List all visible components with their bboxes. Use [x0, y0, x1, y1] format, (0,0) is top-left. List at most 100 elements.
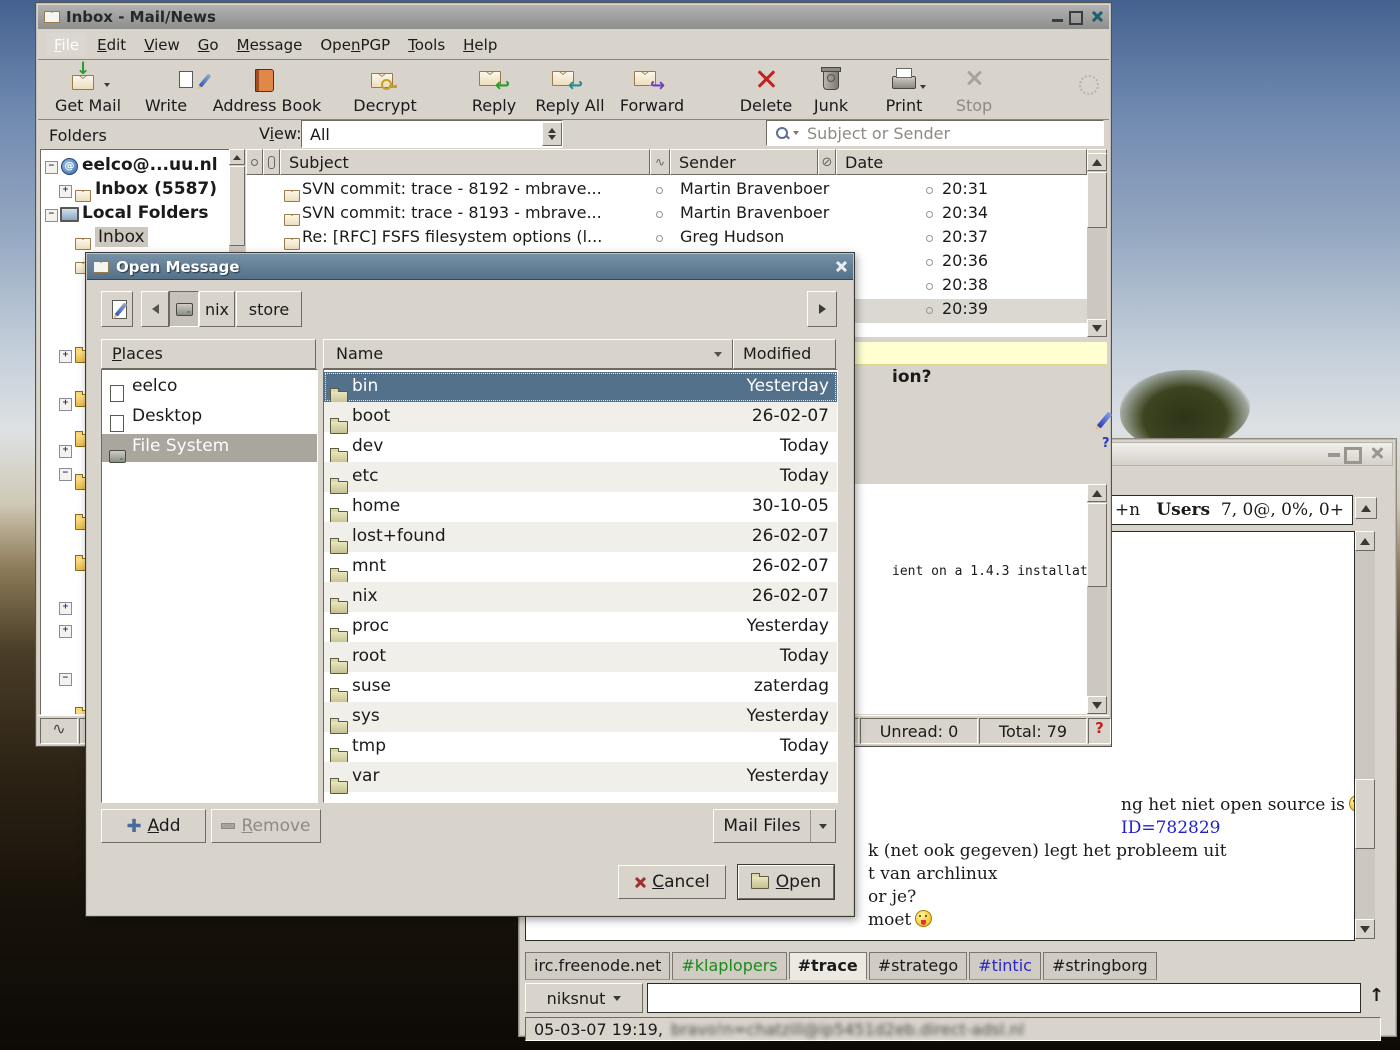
mail-titlebar[interactable]: Inbox - Mail/News: [38, 5, 1109, 29]
sender-column-header[interactable]: Sender: [670, 149, 818, 175]
thread-column-header[interactable]: ∿: [650, 149, 670, 175]
collapse-icon[interactable]: −: [45, 161, 58, 174]
junk-button[interactable]: Junk: [803, 63, 859, 115]
address-book-button[interactable]: Address Book: [203, 63, 331, 115]
file-row[interactable]: devToday: [324, 432, 837, 462]
menu-help[interactable]: Help: [455, 33, 505, 57]
scrollbar-thumb[interactable]: [1087, 172, 1107, 228]
folder-row-local-folders[interactable]: − Local Folders: [41, 202, 230, 226]
path-back-button[interactable]: [141, 291, 169, 327]
print-button[interactable]: Print: [876, 63, 932, 115]
file-list[interactable]: binYesterday boot26-02-07 devToday etcTo…: [323, 369, 838, 803]
menu-edit[interactable]: Edit: [89, 33, 134, 57]
path-nix-button[interactable]: nix: [199, 291, 235, 327]
folder-row-inbox-account[interactable]: + Inbox (5587): [41, 178, 230, 202]
menu-openpgp[interactable]: OpenPGP: [312, 33, 398, 57]
scrollbar-thumb[interactable]: [1355, 779, 1375, 849]
places-list[interactable]: eelco Desktop File System: [101, 369, 318, 803]
mail-close-button[interactable]: [1090, 10, 1103, 23]
file-row[interactable]: nix26-02-07: [324, 582, 837, 612]
file-row[interactable]: home30-10-05: [324, 492, 837, 522]
decrypt-button[interactable]: Decrypt: [343, 63, 427, 115]
folder-row-inbox-local[interactable]: Inbox: [41, 226, 230, 250]
menu-file[interactable]: File: [46, 33, 87, 57]
write-button[interactable]: Write: [133, 63, 199, 115]
file-row[interactable]: etcToday: [324, 462, 837, 492]
irc-maximize-button[interactable]: [1344, 447, 1362, 464]
file-row[interactable]: boot26-02-07: [324, 402, 837, 432]
modified-column-header[interactable]: Modified: [733, 339, 836, 369]
view-dropdown[interactable]: All: [301, 120, 563, 148]
irc-topic-scroll-up[interactable]: [1355, 497, 1377, 519]
path-root-button[interactable]: [169, 291, 199, 327]
delete-button[interactable]: Delete: [728, 63, 804, 115]
scrollbar-thumb[interactable]: [1087, 503, 1107, 587]
irc-minimize-button[interactable]: [1328, 453, 1340, 457]
nick-dropdown[interactable]: niksnut: [525, 983, 643, 1013]
forward-button[interactable]: ↪ Forward: [608, 63, 696, 115]
tab-tintic[interactable]: #tintic: [969, 952, 1041, 980]
reply-all-button[interactable]: ↩ Reply All: [528, 63, 612, 115]
cancel-button[interactable]: Cancel: [618, 865, 726, 899]
read-column-header[interactable]: [246, 149, 263, 175]
message-row[interactable]: Re: [RFC] FSFS filesystem options (l... …: [246, 227, 1087, 251]
add-button[interactable]: ✚ Add: [101, 809, 206, 843]
menu-tools[interactable]: Tools: [400, 33, 453, 57]
dialog-titlebar[interactable]: Open Message: [87, 254, 853, 280]
open-button[interactable]: Open: [738, 865, 834, 899]
offline-indicator[interactable]: ∿: [40, 718, 78, 744]
places-header[interactable]: Places: [101, 339, 316, 369]
file-row[interactable]: sysYesterday: [324, 702, 837, 732]
irc-close-button[interactable]: [1370, 446, 1384, 460]
file-row[interactable]: varYesterday: [324, 762, 837, 792]
get-mail-button[interactable]: ↓ Get Mail: [46, 63, 130, 115]
date-column-header[interactable]: Date: [836, 149, 1087, 175]
message-body-scrollbar[interactable]: [1087, 484, 1107, 714]
message-row[interactable]: SVN commit: trace - 8192 - mbrave... Mar…: [246, 179, 1087, 203]
file-row[interactable]: mnt26-02-07: [324, 552, 837, 582]
input-history-up-icon[interactable]: ↑: [1369, 985, 1384, 1006]
filter-dropdown[interactable]: Mail Files: [713, 809, 836, 843]
enigmail-status-icon[interactable]: ?: [1088, 718, 1111, 744]
tab-server[interactable]: irc.freenode.net: [525, 952, 670, 980]
tab-stratego[interactable]: #stratego: [869, 952, 967, 980]
place-desktop[interactable]: Desktop: [102, 404, 317, 432]
menu-message[interactable]: Message: [229, 33, 311, 57]
scrollbar-thumb[interactable]: [229, 166, 245, 246]
message-row[interactable]: SVN commit: trace - 8193 - mbrave... Mar…: [246, 203, 1087, 227]
tab-klaplopers[interactable]: #klaplopers: [672, 952, 786, 980]
search-input[interactable]: Subject or Sender: [766, 120, 1104, 146]
mail-minimize-button[interactable]: [1052, 19, 1063, 22]
menu-go[interactable]: Go: [190, 33, 227, 57]
type-filename-toggle[interactable]: [101, 291, 133, 327]
file-row[interactable]: lost+found26-02-07: [324, 522, 837, 552]
file-row[interactable]: tmpToday: [324, 732, 837, 762]
path-forward-button[interactable]: [807, 291, 837, 327]
reply-button[interactable]: ↩ Reply: [463, 63, 525, 115]
folder-row-account[interactable]: − @ eelco@...uu.nl: [41, 154, 230, 178]
dropdown-spinner-icon[interactable]: [542, 122, 562, 146]
file-row-selected[interactable]: binYesterday: [324, 372, 837, 402]
tab-trace[interactable]: #trace: [789, 952, 867, 980]
collapse-icon[interactable]: −: [45, 209, 58, 222]
file-row[interactable]: rootToday: [324, 642, 837, 672]
mail-maximize-button[interactable]: [1069, 11, 1083, 25]
menu-view[interactable]: View: [136, 33, 188, 57]
place-file-system[interactable]: File System: [102, 434, 317, 462]
irc-chat-scrollbar[interactable]: [1355, 531, 1375, 939]
message-list-scrollbar[interactable]: [1087, 153, 1107, 337]
filter-arrow-icon[interactable]: [810, 810, 835, 842]
name-column-header[interactable]: Name: [323, 339, 733, 369]
attachment-column-header[interactable]: [263, 149, 280, 175]
subject-column-header[interactable]: Subject: [280, 149, 650, 175]
junk-column-header[interactable]: ⊘: [818, 149, 836, 175]
dialog-close-button[interactable]: [834, 260, 847, 273]
expand-icon[interactable]: +: [59, 185, 72, 198]
place-eelco[interactable]: eelco: [102, 374, 317, 402]
chat-line-link[interactable]: ID=782829: [1121, 818, 1221, 838]
path-store-button[interactable]: store: [236, 291, 302, 327]
file-row[interactable]: procYesterday: [324, 612, 837, 642]
tab-stringborg[interactable]: #stringborg: [1043, 952, 1157, 980]
file-row[interactable]: susezaterdag: [324, 672, 837, 702]
irc-message-input[interactable]: [647, 983, 1361, 1013]
